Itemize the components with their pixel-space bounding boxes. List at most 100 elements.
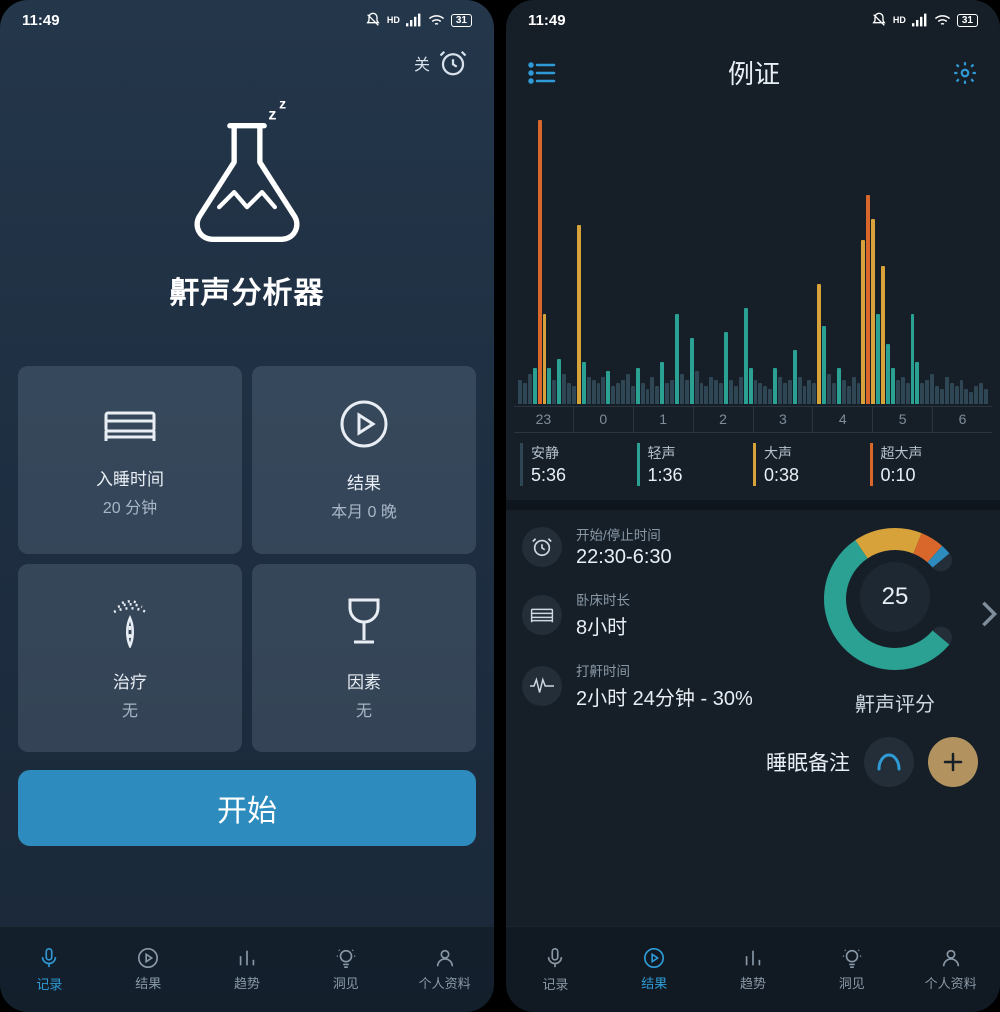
intensity-chart[interactable]: 230123456	[514, 105, 992, 433]
label: 开始/停止时间	[576, 524, 672, 544]
wifi-icon	[934, 13, 951, 27]
status-time: 11:49	[528, 12, 566, 29]
chevron-right-icon[interactable]	[980, 600, 998, 628]
battery-icon: 31	[451, 14, 472, 27]
tab-label: 结果	[641, 973, 667, 992]
card-sleep-time[interactable]: 入睡时间 20 分钟	[18, 366, 242, 554]
play-circle-icon	[643, 947, 665, 969]
legend-item: 大声0:38	[753, 443, 870, 486]
screen-record: 11:49 HD 31 关 z z z 鼾声分析器 入睡时间 20 分钟	[0, 0, 494, 1012]
tab-label: 记录	[36, 974, 62, 993]
tab-label: 个人资料	[925, 973, 977, 992]
status-bar: 11:49 HD 31	[0, 0, 494, 40]
page-title: 例证	[556, 54, 952, 91]
mic-icon	[38, 946, 60, 970]
tab-trends[interactable]: 趋势	[198, 927, 297, 1012]
card-remedies[interactable]: 治疗 无	[18, 564, 242, 752]
divider	[506, 500, 1000, 510]
notes-label: 睡眠备注	[766, 747, 850, 777]
label: 卧床时长	[576, 589, 630, 609]
hero-title: 鼾声分析器	[170, 268, 325, 312]
tab-profile[interactable]: 个人资料	[901, 927, 1000, 1012]
score-value: 25	[860, 562, 930, 632]
mouthguard-icon	[875, 751, 903, 773]
bars-icon	[236, 947, 258, 969]
mute-icon	[871, 12, 887, 28]
value: 2小时 24分钟 - 30%	[576, 682, 753, 711]
tab-insights[interactable]: 洞见	[802, 927, 901, 1012]
sleep-notes-row: 睡眠备注	[506, 717, 1000, 787]
svg-text:z: z	[288, 100, 294, 102]
card-title: 治疗	[113, 668, 147, 693]
card-factors[interactable]: 因素 无	[252, 564, 476, 752]
card-title: 入睡时间	[96, 465, 164, 490]
waveform-icon	[530, 677, 554, 695]
menu-list-icon[interactable]	[528, 62, 556, 84]
bed-icon	[102, 403, 158, 445]
bed-icon	[530, 605, 554, 625]
tab-label: 洞见	[333, 973, 359, 992]
hero: z z z 鼾声分析器	[0, 78, 494, 312]
tab-results[interactable]: 结果	[605, 927, 704, 1012]
mic-icon	[544, 946, 566, 970]
settings-gear-icon[interactable]	[952, 60, 978, 86]
tab-record[interactable]: 记录	[0, 927, 99, 1012]
alarm-toggle[interactable]: 关	[0, 40, 494, 78]
card-title: 结果	[331, 469, 397, 494]
score-label: 鼾声评分	[855, 688, 935, 717]
status-time: 11:49	[22, 12, 60, 29]
wifi-icon	[428, 13, 445, 27]
summary-bed-time: 卧床时长 8小时	[522, 589, 792, 640]
svg-text:z: z	[279, 100, 286, 112]
hd-icon: HD	[893, 15, 906, 25]
summary-start-stop: 开始/停止时间 22:30-6:30	[522, 524, 792, 569]
tab-label: 趋势	[234, 973, 260, 992]
bulb-icon	[335, 947, 357, 969]
bulb-icon	[841, 947, 863, 969]
diffuser-icon	[104, 596, 156, 648]
tabbar: 记录 结果 趋势 洞见 个人资料	[506, 926, 1000, 1012]
chart-legend: 安静5:36轻声1:36大声0:38超大声0:10	[520, 443, 986, 486]
tab-trends[interactable]: 趋势	[704, 927, 803, 1012]
tab-results[interactable]: 结果	[99, 927, 198, 1012]
tab-label: 个人资料	[419, 973, 471, 992]
play-circle-icon	[137, 947, 159, 969]
alarm-clock-icon	[531, 536, 553, 558]
tab-label: 记录	[542, 974, 568, 993]
tab-label: 趋势	[740, 973, 766, 992]
legend-item: 轻声1:36	[637, 443, 754, 486]
tab-label: 洞见	[839, 973, 865, 992]
status-bar: 11:49 HD 31	[506, 0, 1000, 40]
battery-icon: 31	[957, 14, 978, 27]
user-icon	[434, 947, 456, 969]
bars-icon	[742, 947, 764, 969]
summary-section: 开始/停止时间 22:30-6:30 卧床时长 8小时 打鼾时间 2小时 24分…	[506, 510, 1000, 717]
chart-xaxis: 230123456	[514, 406, 992, 432]
tab-insights[interactable]: 洞见	[296, 927, 395, 1012]
score-donut[interactable]: 25 鼾声评分	[800, 524, 990, 717]
svg-text:z: z	[268, 105, 276, 123]
start-button[interactable]: 开始	[18, 770, 476, 846]
flask-icon: z z z	[182, 100, 312, 250]
tab-record[interactable]: 记录	[506, 927, 605, 1012]
signal-icon	[406, 13, 422, 27]
label: 打鼾时间	[576, 660, 753, 680]
user-icon	[940, 947, 962, 969]
plus-icon	[941, 750, 965, 774]
tabbar: 记录 结果 趋势 洞见 个人资料	[0, 926, 494, 1012]
mouthguard-button[interactable]	[864, 737, 914, 787]
tab-profile[interactable]: 个人资料	[395, 927, 494, 1012]
add-note-button[interactable]	[928, 737, 978, 787]
wine-glass-icon	[342, 596, 386, 648]
summary-snore-time: 打鼾时间 2小时 24分钟 - 30%	[522, 660, 792, 711]
card-results[interactable]: 结果 本月 0 晚	[252, 366, 476, 554]
legend-item: 安静5:36	[520, 443, 637, 486]
play-circle-icon	[339, 399, 389, 449]
hd-icon: HD	[387, 15, 400, 25]
alarm-clock-icon	[438, 48, 468, 78]
value: 22:30-6:30	[576, 546, 672, 569]
card-sub: 无	[347, 697, 381, 721]
card-sub: 20 分钟	[96, 494, 164, 518]
start-label: 开始	[217, 786, 277, 830]
legend-item: 超大声0:10	[870, 443, 987, 486]
